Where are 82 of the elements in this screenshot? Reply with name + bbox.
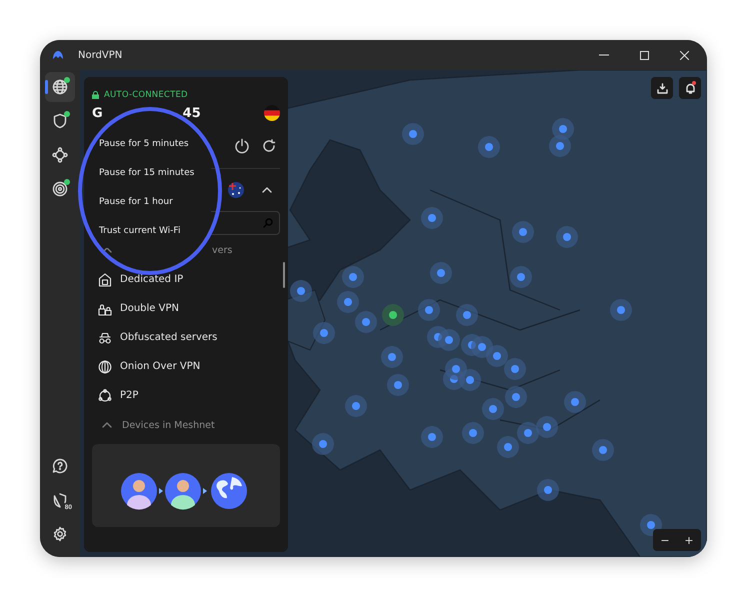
zoom-in-button[interactable]: +: [677, 529, 701, 551]
server-marker[interactable]: [342, 266, 364, 288]
notification-dot: [692, 81, 696, 85]
house-icon: [98, 272, 112, 286]
maximize-icon: [640, 50, 648, 60]
server-marker[interactable]: [421, 426, 443, 448]
server-marker[interactable]: [504, 358, 526, 380]
server-marker[interactable]: [510, 266, 532, 288]
server-marker[interactable]: [355, 311, 377, 333]
server-marker[interactable]: [345, 395, 367, 417]
menu-item[interactable]: Pause for 15 minutes: [85, 158, 211, 187]
globe-icon: [52, 79, 68, 95]
bell-icon: [684, 82, 696, 94]
shield-icon: [53, 492, 67, 508]
window-title: NordVPN: [78, 50, 124, 60]
server-marker[interactable]: [478, 136, 500, 158]
server-category-item[interactable]: Obfuscated servers: [92, 323, 280, 352]
server-marker[interactable]: [505, 386, 527, 408]
menu-item[interactable]: Trust current Wi-Fi: [85, 216, 211, 245]
power-button[interactable]: [234, 138, 250, 154]
server-marker[interactable]: [312, 433, 334, 455]
server-marker[interactable]: [497, 436, 519, 458]
padlocks-icon: [98, 302, 112, 316]
server-marker[interactable]: [536, 416, 558, 438]
server-marker[interactable]: [290, 280, 312, 302]
connection-status: AUTO-CONNECTED: [104, 90, 188, 100]
server-marker[interactable]: [381, 346, 403, 368]
section-heading: Devices in Meshnet: [122, 420, 215, 430]
server-marker[interactable]: [537, 479, 559, 501]
server-marker[interactable]: [482, 398, 504, 420]
chevron-up-icon[interactable]: [262, 187, 272, 193]
australia-flag-icon: [228, 182, 244, 198]
server-marker[interactable]: [402, 123, 424, 145]
server-name: G: [92, 106, 103, 120]
scrollbar-thumb[interactable]: [283, 262, 285, 288]
notifications-button[interactable]: [679, 77, 701, 99]
server-marker[interactable]: [387, 374, 409, 396]
server-marker[interactable]: [592, 439, 614, 461]
menu-item[interactable]: Pause for 5 minutes: [85, 129, 211, 158]
server-marker[interactable]: [486, 345, 508, 367]
mountain-logo-icon: [52, 50, 64, 60]
server-number: 45: [182, 106, 201, 120]
minimize-icon: [599, 54, 609, 56]
peer-network-icon: [98, 388, 112, 402]
lock-icon: [92, 91, 99, 99]
server-marker[interactable]: [337, 291, 359, 313]
server-marker[interactable]: [445, 358, 467, 380]
download-button[interactable]: [651, 77, 673, 99]
radar-icon: [52, 181, 68, 197]
server-category-item[interactable]: P2P: [92, 381, 280, 410]
shield-icon: [52, 113, 68, 129]
server-marker[interactable]: [517, 422, 539, 444]
connected-server-marker[interactable]: [382, 304, 404, 326]
server-category-item[interactable]: Onion Over VPN: [92, 352, 280, 381]
server-marker[interactable]: [313, 322, 335, 344]
germany-flag-icon: [264, 105, 280, 121]
menu-item[interactable]: Pause for 1 hour: [85, 187, 211, 216]
server-marker[interactable]: [421, 207, 443, 229]
help-icon: [52, 458, 68, 474]
server-marker[interactable]: [556, 226, 578, 248]
server-category-item[interactable]: Dedicated IP: [92, 265, 280, 294]
server-marker[interactable]: [418, 299, 440, 321]
server-marker[interactable]: [456, 304, 478, 326]
onion-icon: [98, 360, 112, 374]
server-marker[interactable]: [438, 329, 460, 351]
download-icon: [656, 82, 668, 94]
settings-icon: [52, 526, 68, 542]
server-marker[interactable]: [512, 221, 534, 243]
server-marker[interactable]: [564, 391, 586, 413]
server-marker[interactable]: [462, 422, 484, 444]
server-marker[interactable]: [549, 135, 571, 157]
mesh-network-icon: [52, 147, 68, 163]
refresh-button[interactable]: [262, 139, 276, 153]
close-icon: [680, 50, 688, 60]
zoom-out-button[interactable]: −: [653, 529, 677, 551]
nav-button[interactable]: [45, 72, 75, 102]
search-icon: [263, 218, 273, 228]
spy-glasses-icon: [98, 330, 112, 344]
server-marker[interactable]: [610, 299, 632, 321]
server-marker[interactable]: [430, 262, 452, 284]
server-category-item[interactable]: Double VPN: [92, 294, 280, 323]
section-heading: vers: [212, 244, 232, 256]
